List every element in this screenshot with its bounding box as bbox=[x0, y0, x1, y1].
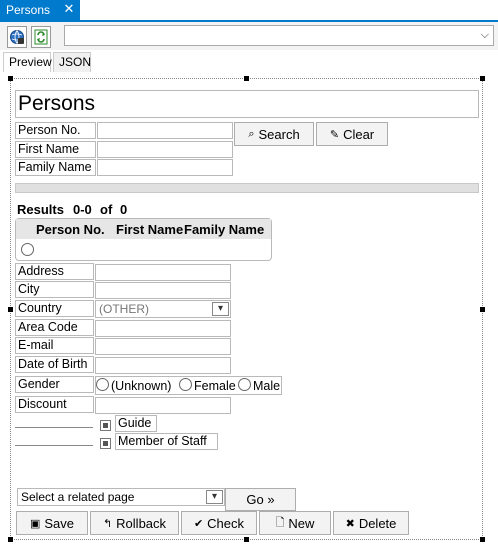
resize-handle[interactable] bbox=[8, 537, 13, 542]
toolbar-dropdown[interactable]: ⌵ bbox=[64, 25, 494, 46]
refresh-icon bbox=[34, 29, 48, 45]
family-name-input[interactable] bbox=[97, 159, 233, 176]
results-of: of bbox=[100, 202, 113, 217]
tab-persons[interactable]: Persons ✕ bbox=[0, 0, 80, 20]
rollback-button[interactable]: ↰ Rollback bbox=[90, 511, 179, 535]
rollback-button-label: Rollback bbox=[116, 515, 167, 531]
gender-male-label: Male bbox=[253, 379, 281, 393]
globe-link-button[interactable] bbox=[7, 26, 27, 48]
related-page-select[interactable]: Select a related page ▾ bbox=[17, 488, 225, 506]
delete-button-label: Delete bbox=[358, 515, 397, 531]
family-name-label: Family Name bbox=[15, 159, 96, 176]
results-total: 0 bbox=[120, 202, 128, 217]
clear-button[interactable]: ✎ Clear bbox=[316, 122, 388, 146]
resize-handle[interactable] bbox=[480, 307, 485, 312]
member-of-staff-checkbox[interactable] bbox=[100, 438, 111, 449]
gender-unknown-label: (Unknown) bbox=[111, 379, 172, 393]
checkmark-icon: ✔ bbox=[193, 517, 204, 530]
gender-male-radio[interactable] bbox=[238, 378, 251, 391]
floppy-icon: ▣ bbox=[29, 517, 41, 530]
search-button[interactable]: ⌕ Search bbox=[234, 122, 314, 146]
check-button-label: Check bbox=[207, 515, 245, 531]
delete-button[interactable]: ✖ Delete bbox=[333, 511, 409, 535]
resize-handle[interactable] bbox=[244, 537, 249, 542]
new-button[interactable]: 🗋 New bbox=[259, 511, 331, 535]
close-icon[interactable]: ✕ bbox=[61, 1, 77, 17]
address-input[interactable] bbox=[95, 264, 231, 281]
results-range: 0-0 bbox=[73, 202, 92, 217]
resize-handle[interactable] bbox=[8, 307, 13, 312]
first-name-label: First Name bbox=[15, 141, 96, 158]
clear-button-label: Clear bbox=[343, 126, 375, 142]
refresh-button[interactable] bbox=[31, 26, 51, 48]
delete-icon: ✖ bbox=[345, 517, 355, 530]
view-tabs: Preview JSON bbox=[0, 50, 498, 72]
save-button-label: Save bbox=[44, 515, 75, 531]
globe-icon bbox=[10, 30, 24, 44]
pencil-icon: ✎ bbox=[329, 128, 340, 141]
splitter-bar[interactable] bbox=[15, 183, 479, 193]
gender-female-radio[interactable] bbox=[179, 378, 192, 391]
chevron-down-icon: ⌵ bbox=[480, 29, 489, 41]
member-of-staff-label: Member of Staff bbox=[115, 433, 218, 450]
person-no-label: Person No. bbox=[15, 122, 96, 139]
row-select-radio[interactable] bbox=[21, 243, 34, 256]
related-page-placeholder: Select a related page bbox=[21, 490, 135, 504]
resize-handle[interactable] bbox=[480, 76, 485, 81]
city-label: City bbox=[15, 281, 94, 298]
resize-handle[interactable] bbox=[244, 76, 249, 81]
search-button-label: Search bbox=[258, 126, 300, 142]
gender-label: Gender bbox=[15, 376, 94, 393]
email-input[interactable] bbox=[95, 338, 231, 355]
document-tab-bar: Persons ✕ bbox=[0, 0, 498, 22]
column-header-person-no[interactable]: Person No. bbox=[36, 222, 105, 237]
person-no-input[interactable] bbox=[97, 122, 233, 139]
new-button-label: New bbox=[288, 515, 315, 531]
date-of-birth-input[interactable] bbox=[95, 357, 231, 374]
resize-handle[interactable] bbox=[8, 76, 13, 81]
column-header-family-name[interactable]: Family Name bbox=[184, 222, 264, 237]
discount-label: Discount bbox=[15, 396, 94, 413]
results-label: Results bbox=[17, 202, 64, 217]
go-button-label: Go » bbox=[246, 492, 275, 507]
resize-handle[interactable] bbox=[480, 537, 485, 542]
page-title: Persons bbox=[15, 90, 479, 118]
date-of-birth-label: Date of Birth bbox=[15, 356, 94, 373]
search-icon: ⌕ bbox=[248, 127, 255, 140]
chevron-down-icon: ▾ bbox=[212, 302, 229, 316]
area-code-input[interactable] bbox=[95, 320, 231, 337]
divider bbox=[15, 427, 93, 428]
save-button[interactable]: ▣ Save bbox=[16, 511, 88, 535]
divider bbox=[15, 445, 93, 446]
first-name-input[interactable] bbox=[97, 141, 233, 158]
gender-female-label: Female bbox=[194, 379, 236, 393]
area-code-label: Area Code bbox=[15, 319, 94, 336]
city-input[interactable] bbox=[95, 282, 231, 299]
results-grid-header: Person No. First Name Family Name bbox=[16, 219, 271, 239]
email-label: E-mail bbox=[15, 337, 94, 354]
address-label: Address bbox=[15, 263, 94, 280]
country-select[interactable]: (OTHER) ▾ bbox=[95, 300, 231, 318]
go-button[interactable]: Go » bbox=[225, 488, 296, 511]
gender-unknown-radio[interactable] bbox=[96, 378, 109, 391]
country-value: (OTHER) bbox=[99, 302, 149, 316]
check-button[interactable]: ✔ Check bbox=[181, 511, 257, 535]
undo-icon: ↰ bbox=[102, 517, 113, 530]
tab-json[interactable]: JSON bbox=[53, 52, 91, 72]
new-document-icon: 🗋 bbox=[275, 516, 285, 529]
guide-label: Guide bbox=[115, 415, 157, 432]
guide-checkbox[interactable] bbox=[100, 420, 111, 431]
discount-input[interactable] bbox=[95, 397, 231, 414]
country-label: Country bbox=[15, 300, 94, 317]
chevron-down-icon: ▾ bbox=[206, 490, 223, 504]
tab-preview[interactable]: Preview bbox=[3, 52, 52, 72]
tab-title: Persons bbox=[6, 3, 51, 17]
column-header-first-name[interactable]: First Name bbox=[116, 222, 183, 237]
